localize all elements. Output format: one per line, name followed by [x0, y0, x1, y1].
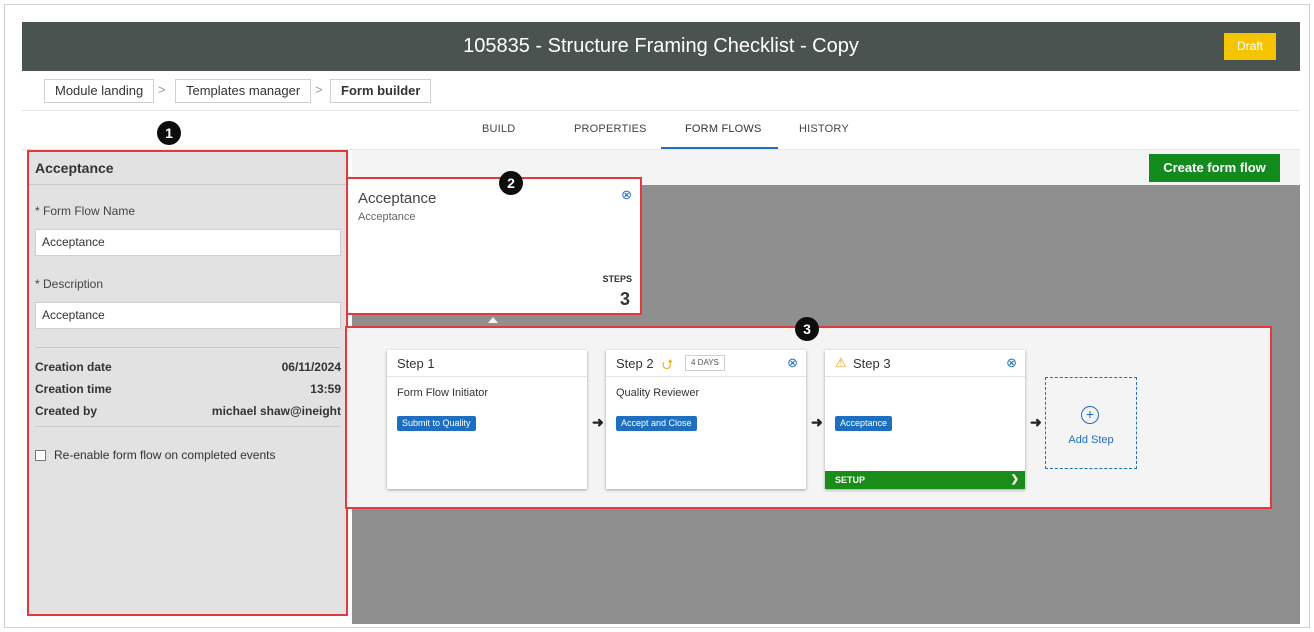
close-circle-icon[interactable]: ⊗ [787, 355, 798, 371]
divider [35, 426, 340, 427]
tab-bar: BUILD PROPERTIES FORM FLOWS HISTORY [22, 111, 1300, 149]
step-title: Step 2 [616, 356, 654, 371]
setup-label: SETUP [835, 475, 866, 485]
step-action-button[interactable]: Acceptance [835, 416, 893, 431]
app-window: 105835 - Structure Framing Checklist - C… [22, 22, 1300, 624]
form-flow-card[interactable]: Acceptance Acceptance ⊗ STEPS 3 [346, 177, 642, 315]
divider [29, 184, 346, 185]
step-header: Step 2 ⮍ 4 DAYS [606, 350, 806, 377]
add-step-label: Add Step [1068, 434, 1114, 446]
breadcrumb-separator: > [315, 82, 323, 97]
reenable-label: Re-enable form flow on completed events [54, 448, 276, 462]
form-flow-name-label: * Form Flow Name [35, 204, 136, 218]
title-bar: 105835 - Structure Framing Checklist - C… [22, 22, 1300, 71]
divider [35, 347, 340, 348]
tab-build[interactable]: BUILD [482, 123, 515, 135]
reenable-checkbox[interactable] [35, 450, 46, 461]
panel-title: Acceptance [35, 160, 114, 176]
step-header: Step 1 [387, 350, 587, 377]
breadcrumb-templates-manager[interactable]: Templates manager [175, 79, 312, 103]
callout-2: 2 [499, 171, 523, 195]
create-form-flow-button[interactable]: Create form flow [1149, 154, 1280, 182]
step-header: ⚠ Step 3 [825, 350, 1025, 377]
step-role: Quality Reviewer [616, 387, 700, 399]
step-card-2[interactable]: Step 2 ⮍ 4 DAYS ⊗ Quality Reviewer Accep… [606, 350, 806, 489]
step-title: Step 3 [853, 356, 891, 371]
chevron-right-icon: ❯ [1010, 474, 1019, 485]
warning-icon: ⚠ [835, 355, 847, 370]
setup-bar[interactable]: SETUP ❯ [825, 471, 1025, 489]
tab-properties[interactable]: PROPERTIES [574, 123, 647, 135]
status-badge[interactable]: Draft [1224, 33, 1276, 60]
tab-form-flows[interactable]: FORM FLOWS [685, 123, 762, 135]
breadcrumb-module-landing[interactable]: Module landing [44, 79, 155, 103]
callout-1: 1 [157, 121, 181, 145]
creation-date-value: 06/11/2024 [281, 360, 341, 374]
steps-label: STEPS [602, 274, 632, 284]
created-by-row: Created by michael shaw@ineight [35, 404, 341, 418]
creation-date-row: Creation date 06/11/2024 [35, 360, 341, 374]
steps-count: 3 [619, 289, 630, 309]
description-label: * Description [35, 277, 104, 291]
flow-card-title: Acceptance [358, 190, 437, 207]
tab-history[interactable]: HISTORY [799, 123, 849, 135]
form-flow-name-input[interactable]: Acceptance [35, 229, 341, 256]
callout-3: 3 [795, 317, 819, 341]
steps-container: Step 1 Form Flow Initiator Submit to Qua… [345, 326, 1272, 509]
close-circle-icon[interactable]: ⊗ [621, 187, 632, 203]
arrow-right-icon: ➜ [811, 414, 823, 430]
page-title: 105835 - Structure Framing Checklist - C… [463, 35, 859, 57]
step-action-button[interactable]: Accept and Close [616, 416, 697, 431]
step-title: Step 1 [397, 356, 435, 371]
creation-time-row: Creation time 13:59 [35, 382, 341, 396]
step-card-1[interactable]: Step 1 Form Flow Initiator Submit to Qua… [387, 350, 587, 489]
created-by-label: Created by [35, 404, 98, 418]
return-arrow-icon: ⮍ [662, 356, 674, 372]
creation-time-value: 13:59 [310, 382, 341, 396]
add-step-button[interactable]: + Add Step [1045, 377, 1137, 469]
reenable-option: Re-enable form flow on completed events [35, 448, 275, 462]
breadcrumb-separator: > [158, 82, 166, 97]
selection-caret [488, 317, 498, 323]
created-by-value: michael shaw@ineight [211, 404, 341, 418]
duration-badge: 4 DAYS [685, 355, 725, 371]
arrow-right-icon: ➜ [1030, 414, 1042, 430]
add-circle-icon: + [1081, 406, 1099, 424]
arrow-right-icon: ➜ [592, 414, 604, 430]
step-action-button[interactable]: Submit to Quality [397, 416, 476, 431]
description-input[interactable]: Acceptance [35, 302, 341, 329]
close-circle-icon[interactable]: ⊗ [1006, 355, 1017, 371]
flow-card-subtitle: Acceptance [358, 211, 416, 223]
step-role: Form Flow Initiator [397, 387, 489, 399]
breadcrumb-form-builder[interactable]: Form builder [330, 79, 432, 103]
form-flow-properties-panel: Acceptance * Form Flow Name Acceptance *… [27, 150, 348, 616]
step-card-3[interactable]: ⚠ Step 3 ⊗ Acceptance SETUP ❯ [825, 350, 1025, 489]
creation-date-label: Creation date [35, 360, 112, 374]
creation-time-label: Creation time [35, 382, 112, 396]
